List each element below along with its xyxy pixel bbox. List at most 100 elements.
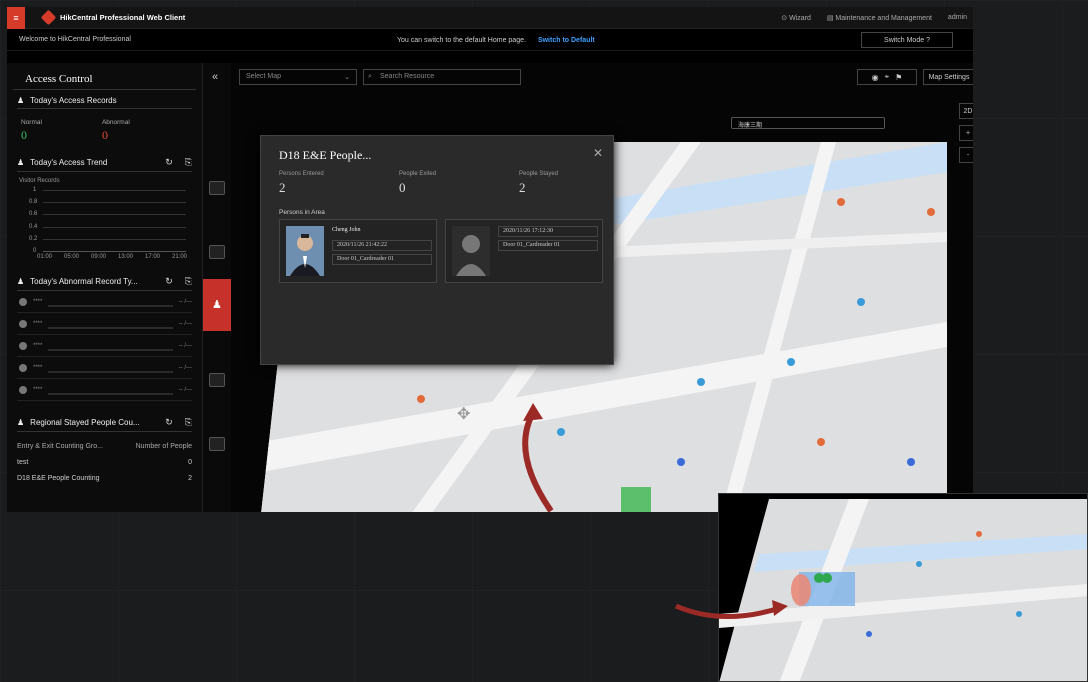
trend-chart: Visitor Records 1 0.8 0.6 0.4 0.2 0 01:0… bbox=[17, 174, 192, 260]
status-icon bbox=[19, 319, 27, 328]
monitor-icon[interactable] bbox=[209, 181, 225, 195]
arrow-annotation bbox=[522, 403, 554, 512]
row-count: 0 bbox=[188, 458, 192, 466]
switch-mode-button[interactable]: Switch Mode ? bbox=[861, 32, 953, 48]
people-icon: ♟ bbox=[17, 418, 25, 427]
menu-icon[interactable]: ≡ bbox=[7, 7, 25, 29]
row-name: D18 E&E People Counting bbox=[17, 474, 100, 482]
collapse-icon[interactable]: « bbox=[212, 71, 218, 83]
view-2d-button[interactable]: 2D bbox=[959, 103, 973, 119]
xtick: 21:00 bbox=[172, 254, 188, 260]
abnormal-title: Today's Abnormal Record Ty... bbox=[30, 277, 138, 286]
close-icon[interactable]: ✕ bbox=[593, 146, 603, 160]
regional-table: Entry & Exit Counting Gro... Number of Pe… bbox=[7, 432, 202, 492]
refresh-icon[interactable]: ↻ bbox=[165, 417, 173, 428]
refresh-icon[interactable]: ↻ bbox=[165, 157, 173, 168]
person-door: Door 01_Cardreader 01 bbox=[498, 240, 598, 251]
person-photo bbox=[286, 226, 324, 276]
list-item: **** -- /--- bbox=[17, 313, 192, 335]
trend-icon: ♟ bbox=[17, 158, 25, 167]
zoom-in-button[interactable]: + bbox=[959, 125, 973, 141]
ytick: 0.8 bbox=[29, 199, 38, 205]
person-name: Cheng John bbox=[332, 227, 361, 233]
list-item: **** -- /--- bbox=[17, 357, 192, 379]
export-icon[interactable]: ⎘ bbox=[185, 276, 192, 287]
ytick: 1 bbox=[33, 187, 37, 193]
ytick: 0.2 bbox=[29, 236, 38, 242]
alarm-icon[interactable] bbox=[209, 437, 225, 451]
stayed-label: People Stayed bbox=[519, 171, 559, 177]
abnormal-value: 0 bbox=[101, 128, 108, 142]
select-map-label: Select Map bbox=[246, 73, 282, 80]
table-row[interactable]: test 0 bbox=[17, 454, 192, 470]
person-time: 2020/11/26 21:42:22 bbox=[332, 240, 432, 251]
camera-icon[interactable] bbox=[209, 245, 225, 259]
status-icon bbox=[19, 341, 27, 350]
export-icon[interactable]: ⎘ bbox=[185, 157, 192, 168]
search-icon: ⌕ bbox=[368, 73, 372, 80]
hik-logo-icon bbox=[40, 9, 57, 26]
row-value: -- /--- bbox=[178, 298, 192, 305]
popup-title: D18 E&E People... bbox=[279, 148, 372, 162]
list-item: **** -- /--- bbox=[17, 291, 192, 313]
welcome-text: Welcome to HikCentral Professional bbox=[19, 36, 131, 43]
xtick: 13:00 bbox=[118, 254, 134, 260]
zoom-in-label: + bbox=[965, 129, 971, 137]
floor-selector[interactable]: 海康三期 bbox=[731, 117, 885, 129]
trend-title: Today's Access Trend bbox=[30, 158, 108, 167]
switch-default-link[interactable]: Switch to Default bbox=[538, 37, 595, 44]
row-label: **** bbox=[33, 386, 43, 393]
people-counting-popup: D18 E&E People... ✕ Persons Entered 2 Peo… bbox=[260, 135, 614, 365]
row-value: -- /--- bbox=[178, 320, 192, 327]
normal-label: Normal bbox=[21, 119, 42, 126]
stayed-value: 2 bbox=[519, 180, 526, 195]
list-item: **** -- /--- bbox=[17, 335, 192, 357]
xtick: 17:00 bbox=[145, 254, 161, 260]
ytick: 0.4 bbox=[29, 224, 38, 230]
export-icon[interactable]: ⎘ bbox=[185, 417, 192, 428]
xtick: 01:00 bbox=[37, 254, 53, 260]
app-logo: HikCentral Professional Web Client bbox=[40, 9, 185, 26]
zoom-out-button[interactable]: - bbox=[959, 147, 973, 163]
entered-value: 2 bbox=[279, 180, 286, 195]
search-input[interactable]: ⌕ Search Resource bbox=[363, 69, 521, 85]
row-name: test bbox=[17, 458, 29, 466]
wizard-link[interactable]: ⊙ Wizard bbox=[781, 14, 811, 22]
zoom-out-label: - bbox=[966, 151, 970, 159]
row-count: 2 bbox=[188, 474, 192, 482]
refresh-icon[interactable]: ↻ bbox=[165, 276, 173, 287]
map-settings-label: Map Settings bbox=[928, 73, 970, 81]
module-rail: « ♟ bbox=[203, 63, 231, 512]
arrow-annotation bbox=[675, 600, 788, 620]
table-row[interactable]: D18 E&E People Counting 2 bbox=[17, 470, 192, 486]
row-value: -- /--- bbox=[178, 342, 192, 349]
help-icon: ? bbox=[926, 36, 930, 44]
flag-icon[interactable]: ⚑ bbox=[895, 73, 902, 82]
chevron-down-icon: ⌄ bbox=[344, 74, 350, 81]
select-map-dropdown[interactable]: Select Map ⌄ bbox=[239, 69, 357, 85]
switch-mode-label: Switch Mode bbox=[884, 36, 925, 44]
map-settings-button[interactable]: Map Settings bbox=[923, 69, 973, 85]
vehicle-icon[interactable] bbox=[209, 373, 225, 387]
eye-icon[interactable]: ◉ bbox=[872, 73, 879, 82]
abnormal-label: Abnormal bbox=[101, 119, 130, 126]
row-label: **** bbox=[33, 342, 43, 349]
user-menu[interactable]: admin bbox=[948, 14, 967, 22]
row-label: **** bbox=[33, 364, 43, 371]
access-control-tab[interactable]: ♟ bbox=[203, 279, 231, 331]
normal-value: 0 bbox=[21, 128, 27, 142]
door-marker-icon[interactable]: ✥ bbox=[457, 404, 470, 424]
top-bar: ≡ HikCentral Professional Web Client ⊙ W… bbox=[7, 7, 973, 29]
zoomed-map-inset bbox=[718, 493, 1088, 682]
floor-label: 海康三期 bbox=[738, 123, 763, 129]
pin-icon[interactable]: ⌖ bbox=[885, 72, 890, 82]
person-card[interactable]: 2020/11/26 17:12:30 Door 01_Cardreader 0… bbox=[445, 219, 603, 283]
list-item: **** -- /--- bbox=[17, 379, 192, 401]
exited-value: 0 bbox=[399, 180, 406, 195]
user-icon: ♟ bbox=[17, 96, 25, 105]
maintenance-link[interactable]: ▤ Maintenance and Management bbox=[827, 14, 932, 22]
person-icon: ♟ bbox=[212, 299, 222, 311]
status-icon bbox=[19, 297, 27, 306]
person-card[interactable]: Cheng John 2020/11/26 21:42:22 Door 01_C… bbox=[279, 219, 437, 283]
row-label: **** bbox=[33, 298, 43, 305]
